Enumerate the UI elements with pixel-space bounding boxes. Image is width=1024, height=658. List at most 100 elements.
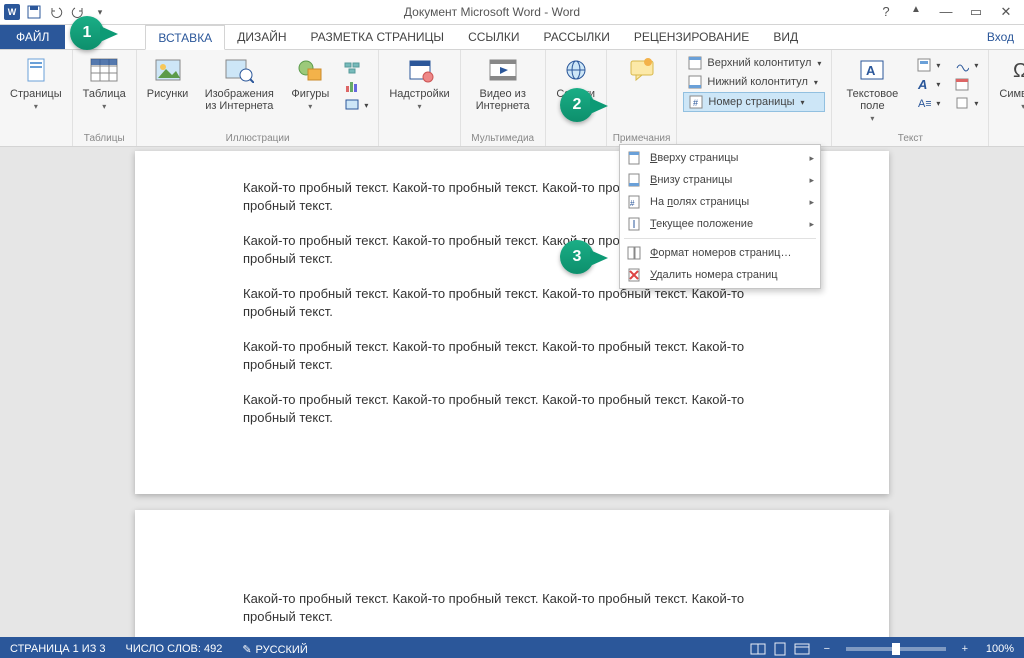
zoom-out-button[interactable]: − — [816, 643, 838, 655]
undo-icon[interactable] — [48, 4, 64, 20]
symbols-icon: Ω — [1007, 54, 1024, 86]
group-addins: Надстройки ▾ — [379, 50, 460, 146]
group-pages: Страницы ▾ — [0, 50, 73, 146]
pages-button[interactable]: Страницы ▾ — [6, 52, 66, 113]
paragraph[interactable]: Какой-то пробный текст. Какой-то пробный… — [243, 338, 781, 373]
menu-format-page-numbers[interactable]: Формат номеров страниц… — [620, 242, 820, 264]
word-app-icon: W — [4, 4, 20, 20]
view-web-layout-icon[interactable] — [794, 642, 816, 656]
chart-button[interactable] — [340, 77, 372, 95]
tab-design[interactable]: ДИЗАЙН — [225, 25, 298, 49]
chart-icon — [344, 78, 360, 94]
status-bar: СТРАНИЦА 1 ИЗ 3 ЧИСЛО СЛОВ: 492 ✎РУССКИЙ… — [0, 637, 1024, 658]
group-comments: Примечания — [607, 50, 678, 146]
screenshot-icon — [344, 97, 360, 113]
smartart-button[interactable] — [340, 58, 372, 76]
tab-insert[interactable]: ВСТАВКА — [145, 25, 225, 50]
shapes-button[interactable]: Фигуры ▾ — [286, 52, 334, 113]
group-tables: Таблица ▾ Таблицы — [73, 50, 137, 146]
header-icon — [687, 55, 703, 71]
view-read-mode-icon[interactable] — [750, 642, 772, 656]
status-language[interactable]: ✎РУССКИЙ — [232, 643, 317, 656]
group-symbols: Ω Символы ▾ — [989, 50, 1024, 146]
zoom-slider[interactable] — [846, 647, 946, 651]
video-icon — [487, 54, 519, 86]
svg-text:A: A — [917, 77, 927, 91]
minimize-button[interactable]: — — [936, 4, 956, 20]
header-button[interactable]: Верхний колонтитул▾ — [683, 54, 825, 72]
menu-top-of-page[interactable]: Вверху страницы▸ — [620, 147, 820, 169]
ribbon: Страницы ▾ Таблица ▾ Таблицы Рисунки Изо… — [0, 50, 1024, 147]
paragraph[interactable]: Какой-то пробный текст. Какой-то пробный… — [243, 285, 781, 320]
tab-page-layout[interactable]: РАЗМЕТКА СТРАНИЦЫ — [298, 25, 456, 49]
object-button[interactable]: ▾ — [950, 94, 982, 112]
comment-button[interactable] — [618, 52, 666, 88]
text-box-icon: A — [856, 54, 888, 86]
online-pictures-icon — [223, 54, 255, 86]
illustr-more: ▾ — [340, 52, 372, 114]
addins-icon — [404, 54, 436, 86]
comment-icon — [626, 54, 658, 86]
zoom-level[interactable]: 100% — [976, 643, 1024, 655]
tab-view[interactable]: ВИД — [761, 25, 810, 49]
group-media: Видео из Интернета Мультимедиа — [461, 50, 546, 146]
file-tab[interactable]: ФАЙЛ — [0, 25, 65, 49]
pictures-icon — [152, 54, 184, 86]
text-extra2: ▾ ▾ — [950, 52, 982, 112]
zoom-in-button[interactable]: + — [954, 643, 976, 655]
group-header-footer: Верхний колонтитул▾ Нижний колонтитул▾ #… — [677, 50, 832, 146]
page-margins-icon: # — [626, 194, 642, 210]
tab-references[interactable]: ССЫЛКИ — [456, 25, 531, 49]
sign-in-link[interactable]: Вход — [977, 25, 1024, 49]
addins-button[interactable]: Надстройки ▾ — [385, 52, 453, 113]
status-page[interactable]: СТРАНИЦА 1 ИЗ 3 — [0, 643, 116, 655]
annotation-1: 1 — [70, 16, 104, 50]
wordart-button[interactable]: A▾ — [912, 75, 944, 93]
help-button[interactable]: ? — [876, 4, 896, 20]
symbols-button[interactable]: Ω Символы ▾ — [995, 52, 1024, 113]
tab-review[interactable]: РЕЦЕНЗИРОВАНИЕ — [622, 25, 761, 49]
footer-button[interactable]: Нижний колонтитул▾ — [683, 73, 825, 91]
ribbon-collapse-button[interactable]: ▲ — [906, 4, 926, 20]
pictures-button[interactable]: Рисунки — [143, 52, 193, 102]
online-video-button[interactable]: Видео из Интернета — [467, 52, 539, 114]
menu-bottom-of-page[interactable]: Внизу страницы▸ — [620, 169, 820, 191]
tab-mailings[interactable]: РАССЫЛКИ — [532, 25, 622, 49]
group-text: A Текстовое поле ▾ ▾ A▾ A≡▾ ▾ ▾ Текст — [832, 50, 989, 146]
text-box-button[interactable]: A Текстовое поле ▾ — [838, 52, 906, 125]
menu-remove-page-numbers[interactable]: Удалить номера страниц — [620, 264, 820, 286]
screenshot-button[interactable]: ▾ — [340, 96, 372, 114]
signature-line-button[interactable]: ▾ — [950, 56, 982, 74]
online-pictures-button[interactable]: Изображения из Интернета — [198, 52, 280, 114]
table-button[interactable]: Таблица ▾ — [79, 52, 130, 113]
date-icon — [954, 76, 970, 92]
date-time-button[interactable] — [950, 75, 982, 93]
paragraph[interactable]: Какой-то пробный текст. Какой-то пробный… — [243, 391, 781, 426]
close-button[interactable]: ✕ — [996, 4, 1016, 20]
smartart-icon — [344, 59, 360, 75]
pages-label: Страницы — [10, 88, 62, 100]
current-position-icon — [626, 216, 642, 232]
wordart-icon: A — [916, 76, 932, 92]
paragraph[interactable]: Какой-то пробный текст. Какой-то пробный… — [243, 590, 781, 625]
status-word-count[interactable]: ЧИСЛО СЛОВ: 492 — [116, 643, 233, 655]
page-2: Какой-то пробный текст. Какой-то пробный… — [135, 510, 889, 637]
drop-cap-button[interactable]: A≡▾ — [912, 94, 944, 112]
menu-page-margins[interactable]: #На полях страницы▸ — [620, 191, 820, 213]
title-bar: W ▾ Документ Microsoft Word - Word ? ▲ —… — [0, 0, 1024, 25]
page-number-button[interactable]: # Номер страницы▾ — [683, 92, 825, 112]
svg-text:#: # — [630, 199, 635, 208]
document-area[interactable]: Какой-то пробный текст. Какой-то пробный… — [0, 147, 1024, 637]
text-extra: ▾ A▾ A≡▾ — [912, 52, 944, 112]
save-icon[interactable] — [26, 4, 42, 20]
menu-current-position[interactable]: Текущее положение▸ — [620, 213, 820, 235]
view-print-layout-icon[interactable] — [772, 642, 794, 656]
annotation-3: 3 — [560, 240, 594, 274]
maximize-button[interactable]: ▭ — [966, 4, 986, 20]
quick-parts-button[interactable]: ▾ — [912, 56, 944, 74]
footer-icon — [687, 74, 703, 90]
group-illustrations: Рисунки Изображения из Интернета Фигуры … — [137, 50, 380, 146]
menu-separator — [624, 238, 816, 239]
page-number-icon: # — [688, 94, 704, 110]
svg-text:A≡: A≡ — [918, 98, 931, 110]
